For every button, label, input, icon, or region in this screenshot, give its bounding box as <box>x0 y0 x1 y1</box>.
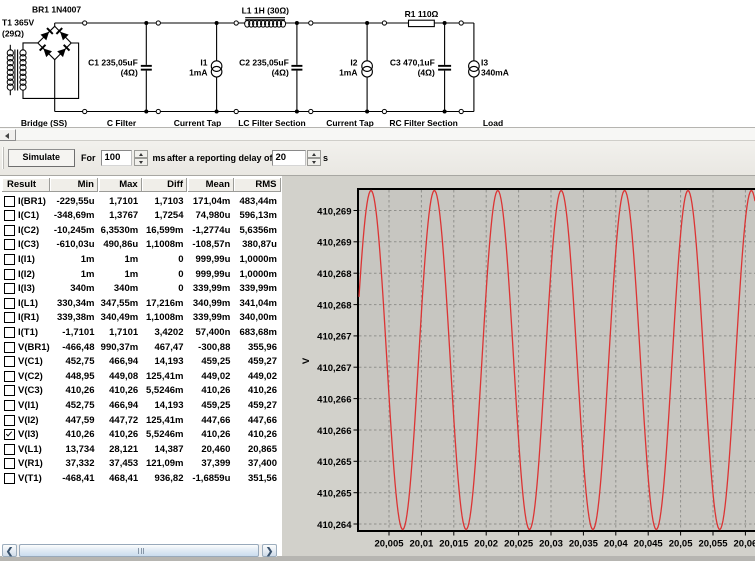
svg-text:V: V <box>301 357 312 364</box>
svg-text:410,268: 410,268 <box>317 300 351 311</box>
svg-text:410,269: 410,269 <box>317 206 351 217</box>
svg-text:20,02: 20,02 <box>474 539 498 550</box>
svg-text:T1 365V: T1 365V <box>2 18 34 28</box>
svg-text:410,267: 410,267 <box>317 363 351 374</box>
svg-text:410,269: 410,269 <box>317 238 351 249</box>
svg-text:I2: I2 <box>350 57 357 67</box>
svg-text:C3 470,1uF: C3 470,1uF <box>390 57 435 67</box>
svg-text:20,045: 20,045 <box>634 539 664 550</box>
svg-text:20,035: 20,035 <box>569 539 599 550</box>
svg-text:(29Ω): (29Ω) <box>2 29 24 39</box>
svg-text:20,055: 20,055 <box>698 539 728 550</box>
svg-text:1mA: 1mA <box>189 67 207 77</box>
svg-text:C2 235,05uF: C2 235,05uF <box>239 57 289 67</box>
svg-text:I1: I1 <box>200 57 207 67</box>
svg-text:20,06: 20,06 <box>734 539 755 550</box>
svg-text:410,266: 410,266 <box>317 426 351 437</box>
svg-text:20,03: 20,03 <box>539 539 563 550</box>
svg-text:BR1 1N4007: BR1 1N4007 <box>32 5 81 15</box>
svg-text:1mA: 1mA <box>339 67 357 77</box>
svg-text:R1 110Ω: R1 110Ω <box>405 9 439 19</box>
svg-text:410,265: 410,265 <box>317 457 352 468</box>
svg-text:410,267: 410,267 <box>317 332 351 343</box>
svg-text:410,264: 410,264 <box>317 520 352 531</box>
svg-text:(4Ω): (4Ω) <box>121 67 138 77</box>
svg-text:(4Ω): (4Ω) <box>418 67 435 77</box>
svg-text:20,025: 20,025 <box>504 539 534 550</box>
svg-text:20,01: 20,01 <box>410 539 434 550</box>
svg-text:340mA: 340mA <box>481 67 509 77</box>
svg-text:L1 1H (30Ω): L1 1H (30Ω) <box>242 6 290 16</box>
svg-text:I3: I3 <box>481 57 488 67</box>
svg-text:20,015: 20,015 <box>439 539 469 550</box>
svg-text:(4Ω): (4Ω) <box>272 67 289 77</box>
svg-text:410,268: 410,268 <box>317 269 351 280</box>
svg-text:20,05: 20,05 <box>669 539 693 550</box>
svg-text:20,005: 20,005 <box>374 539 404 550</box>
svg-text:410,265: 410,265 <box>317 489 352 500</box>
svg-text:410,266: 410,266 <box>317 394 351 405</box>
svg-text:20,04: 20,04 <box>604 539 628 550</box>
svg-text:C1 235,05uF: C1 235,05uF <box>88 57 138 67</box>
